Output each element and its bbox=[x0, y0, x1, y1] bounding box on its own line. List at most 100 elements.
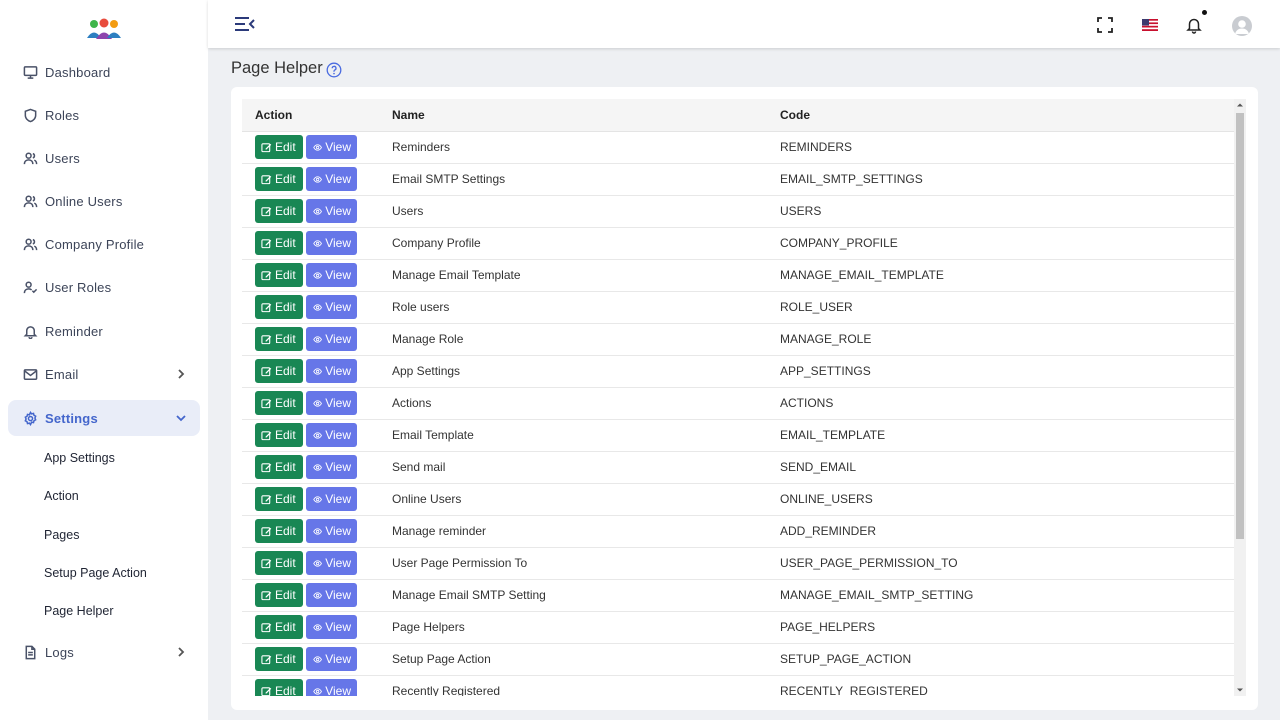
edit-button-label: Edit bbox=[275, 684, 296, 696]
edit-button[interactable]: Edit bbox=[255, 679, 303, 696]
eye-icon bbox=[313, 271, 322, 279]
view-button[interactable]: View bbox=[306, 647, 357, 671]
edit-button[interactable]: Edit bbox=[255, 519, 303, 543]
action-cell: Edit View bbox=[242, 515, 392, 548]
bell-icon bbox=[22, 323, 38, 339]
edit-button[interactable]: Edit bbox=[255, 391, 303, 415]
sub-item-page-helper[interactable]: Page Helper bbox=[44, 604, 114, 618]
edit-button[interactable]: Edit bbox=[255, 199, 303, 223]
view-button[interactable]: View bbox=[306, 423, 357, 447]
code-cell: SEND_EMAIL bbox=[780, 451, 1234, 484]
code-cell: ADD_REMINDER bbox=[780, 515, 1234, 548]
sidebar-item-user-roles[interactable]: User Roles bbox=[8, 269, 200, 305]
code-cell: MANAGE_EMAIL_SMTP_SETTING bbox=[780, 579, 1234, 612]
view-button-label: View bbox=[325, 300, 351, 314]
view-button[interactable]: View bbox=[306, 679, 357, 696]
sidebar-item-dashboard[interactable]: Dashboard bbox=[8, 54, 200, 90]
column-header-name[interactable]: Name bbox=[392, 99, 780, 132]
shield-icon bbox=[22, 107, 38, 123]
help-icon[interactable] bbox=[326, 62, 342, 78]
code-cell: MANAGE_ROLE bbox=[780, 323, 1234, 356]
column-header-code[interactable]: Code bbox=[780, 99, 1234, 132]
view-button[interactable]: View bbox=[306, 327, 357, 351]
edit-button-label: Edit bbox=[275, 620, 296, 634]
view-button[interactable]: View bbox=[306, 519, 357, 543]
edit-button[interactable]: Edit bbox=[255, 327, 303, 351]
action-cell: Edit View bbox=[242, 419, 392, 452]
code-cell: ACTIONS bbox=[780, 387, 1234, 420]
eye-icon bbox=[313, 207, 322, 215]
table-row: Edit View Manage Email Template MANAGE_EMAI… bbox=[242, 259, 1234, 292]
edit-icon bbox=[261, 398, 272, 408]
view-button[interactable]: View bbox=[306, 615, 357, 639]
table-body: Edit View Reminders REMINDERS Edit View Email … bbox=[242, 131, 1234, 696]
page-helper-table: Action Name Code Edit View Reminders REMIND… bbox=[242, 99, 1234, 696]
table-scroll-area[interactable]: Action Name Code Edit View Reminders REMIND… bbox=[242, 99, 1234, 696]
sidebar-item-roles[interactable]: Roles bbox=[8, 97, 200, 133]
edit-button[interactable]: Edit bbox=[255, 455, 303, 479]
fullscreen-icon[interactable] bbox=[1096, 16, 1114, 34]
us-flag-icon[interactable] bbox=[1141, 16, 1159, 34]
name-cell: Page Helpers bbox=[392, 611, 780, 644]
view-button[interactable]: View bbox=[306, 199, 357, 223]
sidebar-item-users[interactable]: Users bbox=[8, 140, 200, 176]
view-button[interactable]: View bbox=[306, 263, 357, 287]
user-avatar[interactable] bbox=[1232, 16, 1252, 36]
view-button[interactable]: View bbox=[306, 551, 357, 575]
view-button[interactable]: View bbox=[306, 391, 357, 415]
scroll-down-arrow-icon[interactable] bbox=[1234, 684, 1246, 696]
sidebar-item-reminder[interactable]: Reminder bbox=[8, 313, 200, 349]
sub-item-pages[interactable]: Pages bbox=[44, 528, 79, 542]
edit-button[interactable]: Edit bbox=[255, 231, 303, 255]
scroll-up-arrow-icon[interactable] bbox=[1234, 99, 1246, 111]
sidebar-item-company-profile[interactable]: Company Profile bbox=[8, 226, 200, 262]
app-logo[interactable] bbox=[0, 0, 208, 58]
edit-button[interactable]: Edit bbox=[255, 647, 303, 671]
notification-dot bbox=[1202, 10, 1207, 15]
eye-icon bbox=[313, 431, 322, 439]
view-button[interactable]: View bbox=[306, 231, 357, 255]
edit-button[interactable]: Edit bbox=[255, 263, 303, 287]
action-cell: Edit View bbox=[242, 291, 392, 324]
edit-button[interactable]: Edit bbox=[255, 551, 303, 575]
view-button-label: View bbox=[325, 588, 351, 602]
vertical-scrollbar[interactable] bbox=[1234, 99, 1246, 696]
action-cell: Edit View bbox=[242, 387, 392, 420]
view-button[interactable]: View bbox=[306, 295, 357, 319]
sub-item-app-settings[interactable]: App Settings bbox=[44, 451, 115, 465]
edit-button[interactable]: Edit bbox=[255, 359, 303, 383]
table-header-row: Action Name Code bbox=[242, 99, 1234, 132]
sub-item-setup-page-action[interactable]: Setup Page Action bbox=[44, 566, 147, 580]
view-button-label: View bbox=[325, 556, 351, 570]
edit-button[interactable]: Edit bbox=[255, 167, 303, 191]
view-button[interactable]: View bbox=[306, 487, 357, 511]
edit-button[interactable]: Edit bbox=[255, 135, 303, 159]
sub-item-action[interactable]: Action bbox=[44, 489, 79, 503]
sidebar-item-label: Roles bbox=[45, 107, 80, 123]
view-button[interactable]: View bbox=[306, 167, 357, 191]
edit-button[interactable]: Edit bbox=[255, 487, 303, 511]
sidebar-item-email[interactable]: Email bbox=[8, 356, 200, 392]
view-button-label: View bbox=[325, 332, 351, 346]
view-button[interactable]: View bbox=[306, 135, 357, 159]
edit-button[interactable]: Edit bbox=[255, 615, 303, 639]
scrollbar-thumb[interactable] bbox=[1236, 113, 1244, 539]
edit-button[interactable]: Edit bbox=[255, 583, 303, 607]
view-button[interactable]: View bbox=[306, 583, 357, 607]
sidebar-item-logs[interactable]: Logs bbox=[8, 634, 200, 670]
view-button[interactable]: View bbox=[306, 455, 357, 479]
table-row: Edit View App Settings APP_SETTINGS bbox=[242, 355, 1234, 388]
edit-button[interactable]: Edit bbox=[255, 295, 303, 319]
menu-collapse-icon[interactable] bbox=[234, 16, 256, 32]
edit-button[interactable]: Edit bbox=[255, 423, 303, 447]
action-cell: Edit View bbox=[242, 675, 392, 696]
sidebar-item-settings[interactable]: Settings bbox=[8, 400, 200, 436]
table-row: Edit View Manage Role MANAGE_ROLE bbox=[242, 323, 1234, 356]
notification-bell-icon[interactable] bbox=[1185, 16, 1203, 34]
view-button[interactable]: View bbox=[306, 359, 357, 383]
action-cell: Edit View bbox=[242, 547, 392, 580]
eye-icon bbox=[313, 591, 322, 599]
name-cell: Recently Registered bbox=[392, 675, 780, 696]
sidebar-item-online-users[interactable]: Online Users bbox=[8, 183, 200, 219]
view-button-label: View bbox=[325, 460, 351, 474]
